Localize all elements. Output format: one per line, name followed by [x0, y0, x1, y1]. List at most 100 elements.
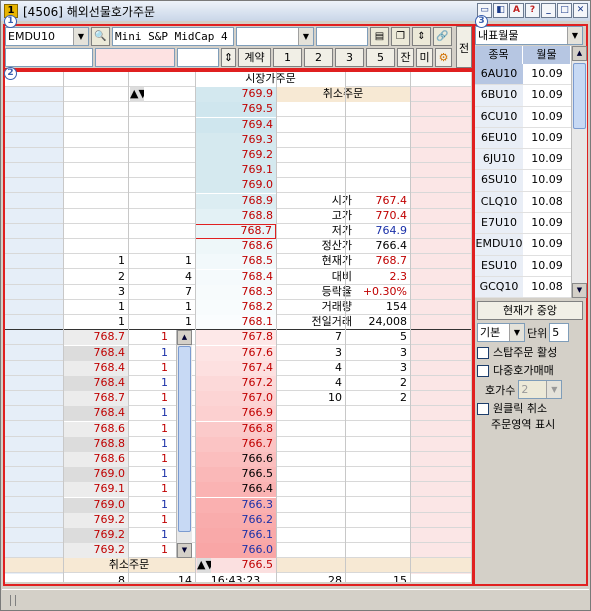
- close-button[interactable]: ✕: [573, 3, 588, 18]
- list-item[interactable]: 6JU10 10.09: [475, 149, 571, 171]
- maximize-button[interactable]: □: [557, 3, 572, 18]
- multi-order-option[interactable]: 다중호가매매: [477, 363, 554, 379]
- ladder-price[interactable]: 766.4: [195, 482, 276, 498]
- one-click-option[interactable]: 원클릭 취소: [477, 401, 547, 417]
- updown-icon[interactable]: ⇕: [412, 27, 431, 46]
- ladder-price[interactable]: 767.2: [195, 376, 276, 391]
- ladder-price[interactable]: 768.6: [195, 239, 276, 255]
- center-price-button[interactable]: 현재가 중앙: [477, 301, 583, 320]
- ladder-price[interactable]: 766.2: [195, 512, 276, 528]
- font-icon[interactable]: A: [509, 3, 524, 18]
- one-click-checkbox[interactable]: [477, 403, 489, 415]
- ladder-price[interactable]: 767.4: [195, 360, 276, 376]
- multi-order-checkbox[interactable]: [477, 365, 489, 377]
- chevron-down-icon[interactable]: ▼: [509, 324, 524, 341]
- qty-input[interactable]: [177, 48, 219, 67]
- unit-input[interactable]: 5: [549, 323, 570, 342]
- list-item[interactable]: 6CU10 10.09: [475, 106, 571, 128]
- password-field[interactable]: [316, 27, 368, 46]
- grid-line: [276, 72, 277, 582]
- ladder-price[interactable]: 766.5: [195, 467, 276, 483]
- ladder-price[interactable]: 768.1: [195, 315, 276, 331]
- list-item[interactable]: 6BU10 10.09: [475, 85, 571, 107]
- ladder-price[interactable]: 766.1: [195, 528, 276, 543]
- search-icon[interactable]: 🔍: [91, 27, 110, 46]
- stop-order-checkbox[interactable]: [477, 347, 489, 359]
- stop-order-option[interactable]: 스탑주문 활성: [477, 345, 557, 361]
- link-icon[interactable]: ◧: [493, 3, 508, 18]
- symbol-combo[interactable]: EMDU10 ▼: [5, 27, 89, 46]
- chevron-down-icon[interactable]: ▼: [546, 381, 562, 398]
- page-icon[interactable]: ▤: [370, 27, 389, 46]
- qty-button-3[interactable]: 3: [335, 48, 364, 67]
- qty-button-2[interactable]: 2: [304, 48, 333, 67]
- list-item[interactable]: E7U10 10.09: [475, 213, 571, 235]
- fills-scrollbar[interactable]: ▲ ▼: [176, 330, 192, 559]
- list-item[interactable]: ESU10 10.09: [475, 255, 571, 277]
- qty-spinner[interactable]: ⇕: [221, 48, 236, 67]
- chevron-down-icon[interactable]: ▼: [73, 28, 88, 45]
- ladder-price[interactable]: 768.5: [195, 254, 276, 270]
- ladder-price[interactable]: 769.0: [195, 178, 276, 194]
- scroll-up-icon[interactable]: ▲: [572, 46, 587, 61]
- order-input-2[interactable]: [95, 48, 175, 67]
- ladder-price[interactable]: 766.3: [195, 497, 276, 513]
- ladder-price[interactable]: 769.4: [195, 117, 276, 133]
- ladder-price[interactable]: 767.0: [195, 391, 276, 407]
- scroll-thumb[interactable]: [573, 63, 586, 129]
- ladder-price[interactable]: 768.8: [195, 208, 276, 224]
- list-item[interactable]: CLQ10 10.08: [475, 191, 571, 214]
- list-item[interactable]: EMDU10 10.09: [475, 234, 571, 256]
- account-combo[interactable]: ▼: [236, 27, 314, 46]
- ladder-price[interactable]: 769.9: [195, 87, 276, 103]
- ladder-price[interactable]: 766.7: [195, 436, 276, 452]
- ladder-price[interactable]: 768.7: [195, 224, 276, 239]
- favorites-combo[interactable]: 내표월물 ▼: [475, 26, 583, 45]
- scroll-up-icon[interactable]: ▲: [177, 330, 192, 346]
- ladder-price[interactable]: 768.3: [195, 284, 276, 300]
- balance-button[interactable]: 잔: [397, 48, 414, 67]
- ladder-price[interactable]: 767.8: [195, 330, 276, 346]
- ladder-price[interactable]: 766.8: [195, 421, 276, 437]
- market-order-header[interactable]: 시장가주문: [195, 72, 346, 87]
- ladder-price[interactable]: 766.9: [195, 406, 276, 422]
- bottom-cancel-button[interactable]: 취소주문: [63, 558, 195, 573]
- link-chart-icon[interactable]: 🔗: [433, 27, 452, 46]
- ladder-price[interactable]: 769.1: [195, 163, 276, 179]
- scroll-thumb[interactable]: [178, 346, 191, 533]
- minimize-button[interactable]: _: [541, 3, 556, 18]
- table-row: 768.5 1 1 현재가 768.7: [5, 254, 471, 270]
- ladder-price[interactable]: 766.6: [195, 452, 276, 467]
- ladder-price[interactable]: 769.2: [195, 148, 276, 163]
- price-spinner-icon[interactable]: ▲▼: [197, 558, 211, 574]
- scroll-down-icon[interactable]: ▼: [572, 283, 587, 298]
- qty-button-1[interactable]: 1: [273, 48, 302, 67]
- cancel-order-header[interactable]: 취소주문: [276, 87, 410, 103]
- scroll-down-icon[interactable]: ▼: [177, 543, 192, 559]
- list-item[interactable]: 6SU10 10.09: [475, 170, 571, 192]
- order-input-1[interactable]: [5, 48, 93, 67]
- pending-button[interactable]: 미: [416, 48, 433, 67]
- basic-select[interactable]: 기본 ▼: [477, 323, 525, 342]
- symbol-list-scrollbar[interactable]: ▲ ▼: [571, 46, 587, 298]
- list-item[interactable]: GCQ10 10.08: [475, 276, 571, 298]
- list-item[interactable]: 6EU10 10.09: [475, 127, 571, 150]
- copy-icon[interactable]: ❐: [391, 27, 410, 46]
- gear-icon[interactable]: ⚙: [435, 48, 452, 67]
- qty-button-5[interactable]: 5: [366, 48, 395, 67]
- ladder-price[interactable]: 768.9: [195, 193, 276, 209]
- ladder-price[interactable]: 766.0: [195, 543, 276, 559]
- ladder-price[interactable]: 768.4: [195, 269, 276, 285]
- price-count-select[interactable]: 2 ▼: [518, 380, 563, 399]
- help-icon[interactable]: ?: [525, 3, 540, 18]
- ladder-price[interactable]: 769.5: [195, 102, 276, 118]
- list-item[interactable]: 6AU10 10.09: [475, 64, 571, 86]
- ladder-price[interactable]: 767.6: [195, 345, 276, 361]
- all-button[interactable]: 전: [456, 26, 472, 68]
- ladder-price[interactable]: 769.3: [195, 132, 276, 148]
- fill-price: 768.6: [63, 421, 128, 437]
- price-count-value: 2: [521, 383, 529, 396]
- chevron-down-icon[interactable]: ▼: [298, 28, 313, 45]
- ladder-price[interactable]: 768.2: [195, 300, 276, 315]
- chevron-down-icon[interactable]: ▼: [567, 27, 582, 44]
